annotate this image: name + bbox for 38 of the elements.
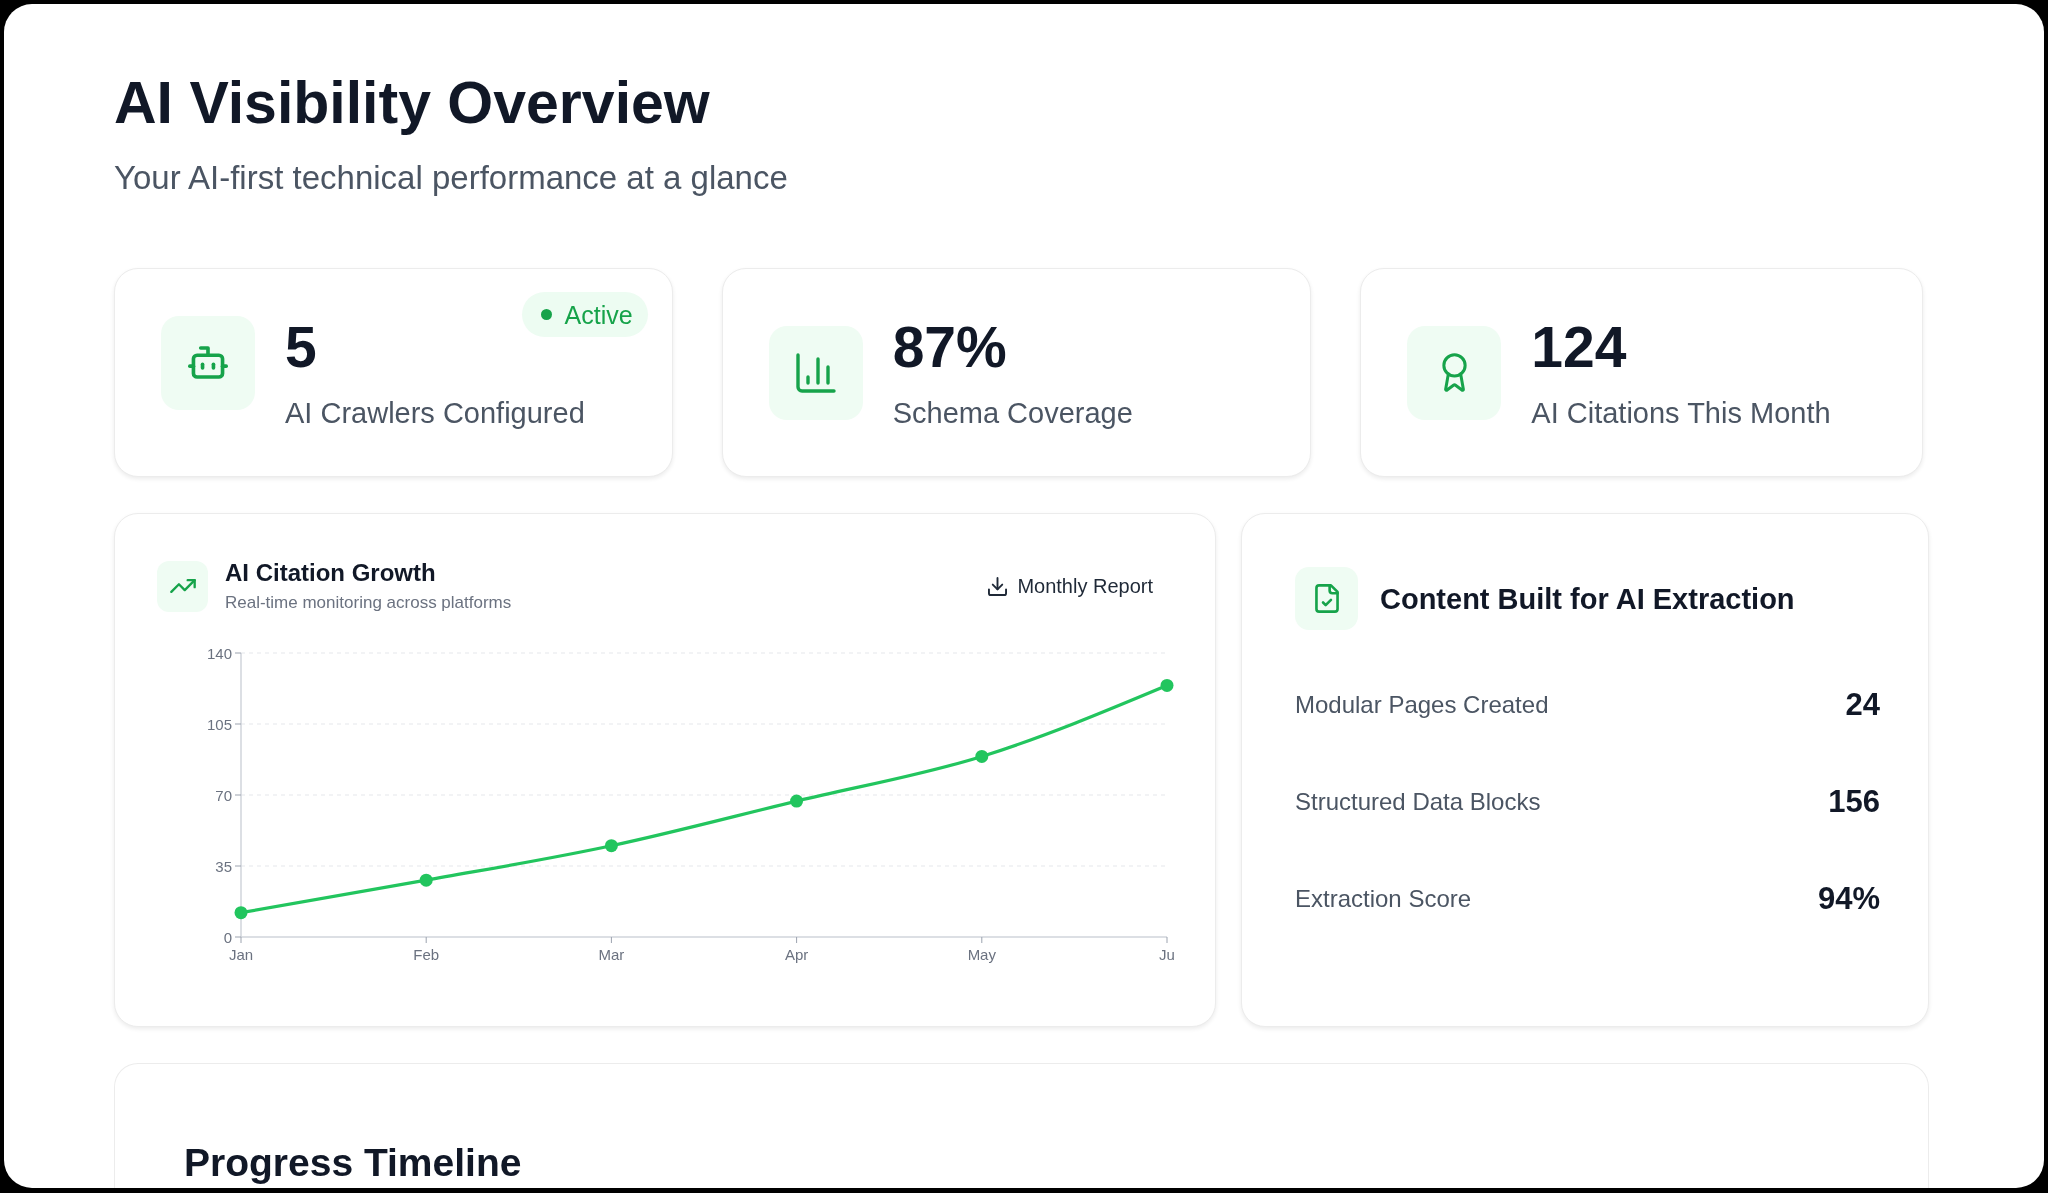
chart-subtitle: Real-time monitoring across platforms (225, 592, 512, 614)
stat-label: AI Citations This Month (1531, 395, 1831, 431)
page-title: AI Visibility Overview (114, 69, 710, 138)
y-axis-label: 105 (206, 715, 232, 733)
trending-up-icon (157, 560, 208, 612)
download-icon (988, 576, 1008, 596)
x-axis-label: Feb (413, 945, 440, 963)
download-report-button[interactable]: Monthly Report (976, 566, 1165, 606)
page-subtitle: Your AI-first technical performance at a glance (114, 159, 788, 197)
metric-value: 24 (1845, 686, 1880, 724)
file-check-icon (1295, 567, 1358, 630)
card-title: Content Built for AI Extraction (1380, 581, 1795, 617)
x-axis-label: Apr (784, 945, 809, 963)
award-icon (1407, 325, 1502, 420)
stat-label: Schema Coverage (892, 395, 1133, 431)
metric-value: 156 (1828, 783, 1880, 821)
stat-label: AI Crawlers Configured (285, 395, 585, 431)
y-axis-label: 140 (206, 644, 232, 662)
x-axis-label: May (967, 945, 996, 963)
status-label: Active (564, 299, 633, 330)
x-axis-label: Mar (598, 945, 625, 963)
x-axis-label: Jan (228, 945, 254, 963)
bar-chart-icon (768, 325, 863, 420)
chart-title: AI Citation Growth (225, 558, 436, 588)
stat-value: 87% (892, 314, 1007, 379)
metric-value: 94% (1817, 880, 1880, 918)
y-axis-label: 70 (215, 786, 232, 804)
stat-value: 124 (1531, 314, 1627, 379)
y-axis-label: 0 (223, 928, 232, 946)
robot-icon (161, 315, 255, 410)
stat-value: 5 (285, 314, 317, 379)
section-title: Progress Timeline (184, 1140, 522, 1186)
x-axis-label: Ju (1159, 945, 1175, 963)
y-axis-label: 35 (215, 857, 232, 875)
metric-label: Extraction Score (1295, 884, 1472, 914)
metric-label: Modular Pages Created (1295, 690, 1549, 720)
metric-label: Structured Data Blocks (1295, 787, 1541, 817)
status-dot-icon (540, 309, 552, 320)
